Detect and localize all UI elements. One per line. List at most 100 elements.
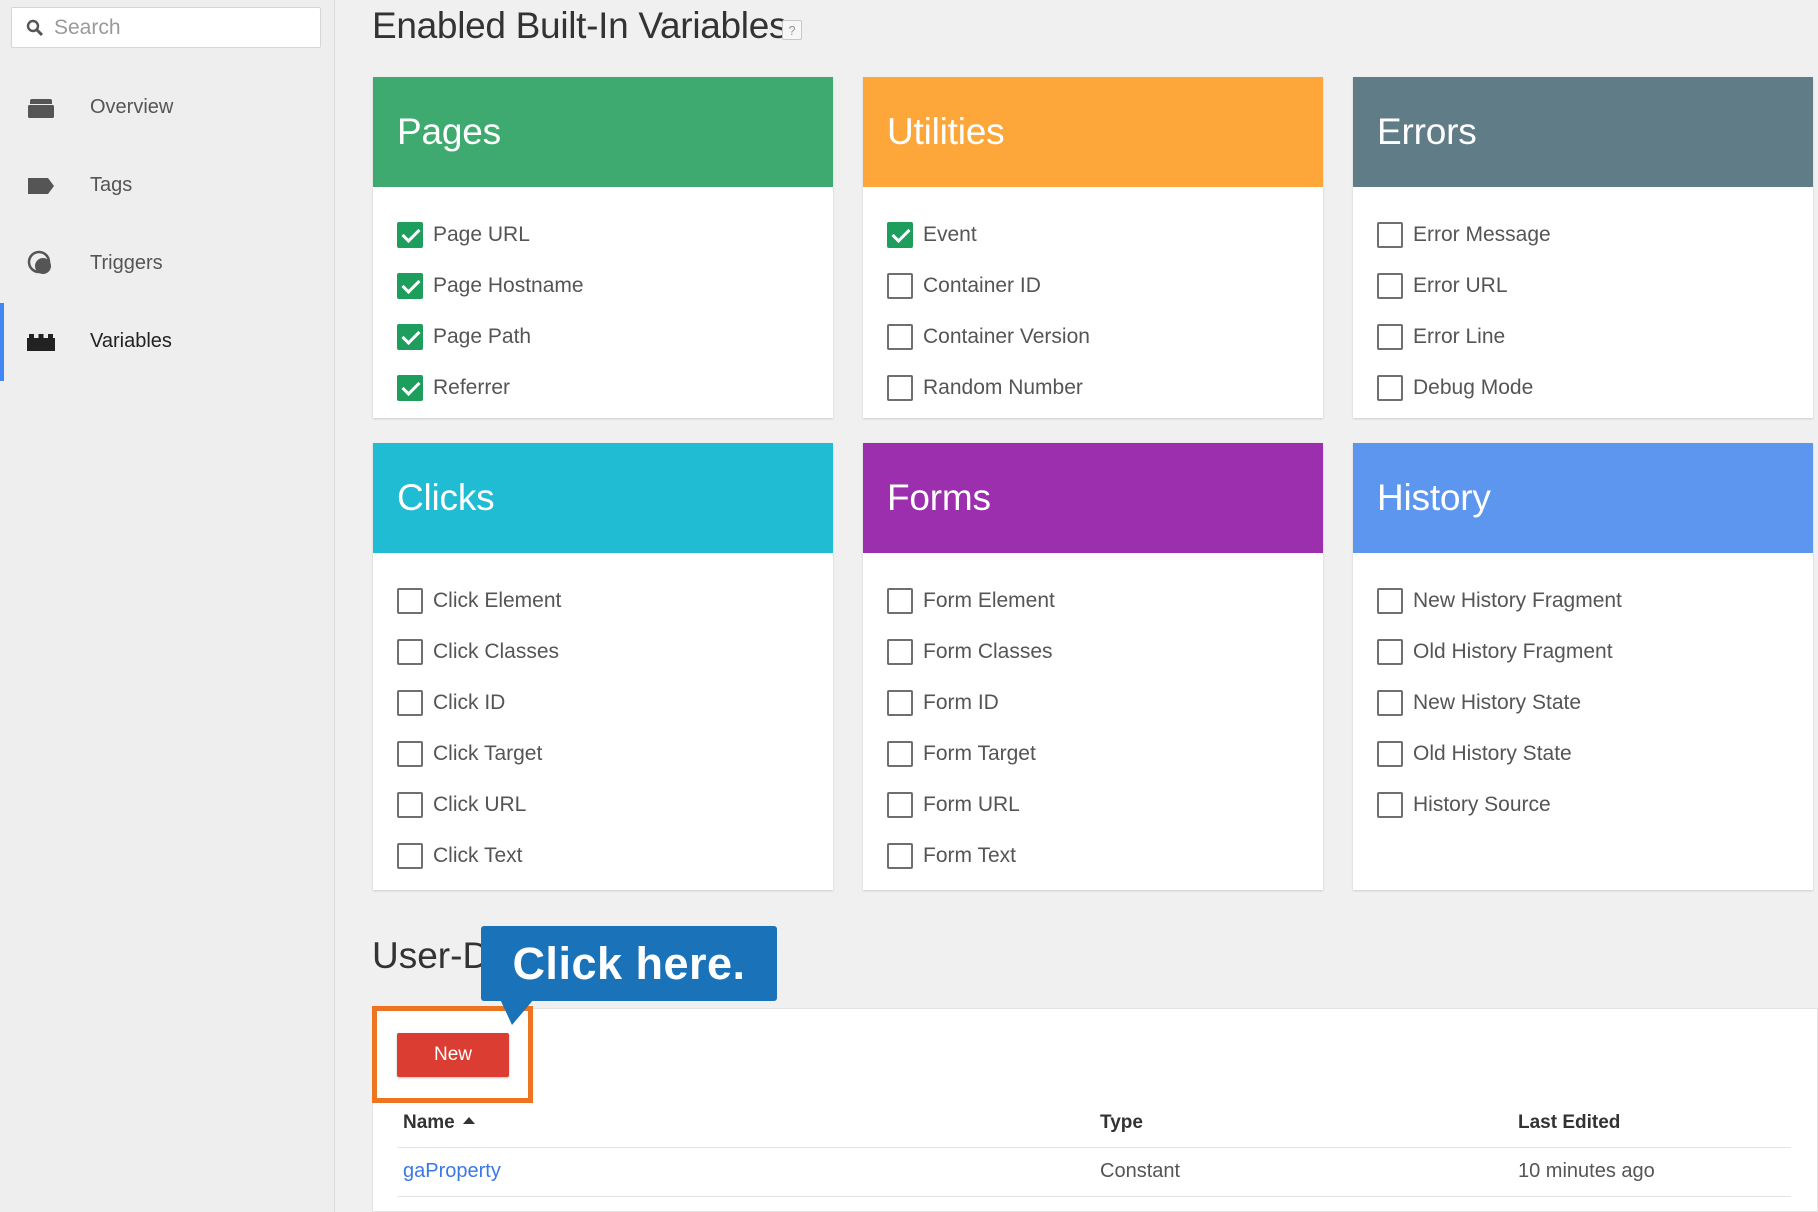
checkbox-unchecked[interactable] xyxy=(1377,791,1403,818)
sidebar-item-triggers[interactable]: Triggers xyxy=(0,233,335,293)
page-title: Enabled Built-In Variables xyxy=(372,5,788,46)
checkbox-unchecked[interactable] xyxy=(1377,323,1403,350)
checkbox-unchecked[interactable] xyxy=(887,374,913,401)
variable-label: Old History Fragment xyxy=(1413,639,1613,663)
variable-checkbox-row[interactable]: Form Text xyxy=(863,830,1323,881)
variable-checkbox-row[interactable]: Click Target xyxy=(373,728,833,779)
checkbox-unchecked[interactable] xyxy=(397,740,423,767)
variable-checkbox-row[interactable]: New History State xyxy=(1353,677,1813,728)
checkbox-unchecked[interactable] xyxy=(887,323,913,350)
checkbox-unchecked[interactable] xyxy=(397,791,423,818)
variable-checkbox-row[interactable]: Page Hostname xyxy=(373,260,833,311)
variable-label: Debug Mode xyxy=(1413,375,1534,399)
checkbox-checked[interactable] xyxy=(397,374,423,401)
column-header-last-edited[interactable]: Last Edited xyxy=(1518,1112,1620,1134)
help-icon[interactable]: ? xyxy=(782,20,802,40)
checkbox-unchecked[interactable] xyxy=(397,689,423,716)
variable-checkbox-row[interactable]: Error URL xyxy=(1353,260,1813,311)
variable-label: Container Version xyxy=(923,324,1090,348)
variable-label: New History Fragment xyxy=(1413,588,1622,612)
checkbox-unchecked[interactable] xyxy=(397,842,423,869)
variable-checkbox-row[interactable]: Form ID xyxy=(863,677,1323,728)
variable-group-list: Error Message Error URL Error Line Debug Mo… xyxy=(1353,187,1813,413)
checkbox-unchecked[interactable] xyxy=(887,638,913,665)
variable-label: Form Element xyxy=(923,588,1055,612)
checkbox-unchecked[interactable] xyxy=(887,587,913,614)
variable-group-title: Errors xyxy=(1353,77,1813,187)
variable-name-link[interactable]: gaProperty xyxy=(403,1160,501,1183)
checkbox-unchecked[interactable] xyxy=(887,842,913,869)
variable-checkbox-row[interactable]: Form URL xyxy=(863,779,1323,830)
table-divider xyxy=(397,1147,1791,1148)
variable-checkbox-row[interactable]: Click Text xyxy=(373,830,833,881)
variable-checkbox-row[interactable]: Page URL xyxy=(373,209,833,260)
table-divider xyxy=(397,1196,1791,1197)
column-header-type[interactable]: Type xyxy=(1100,1112,1143,1134)
variable-checkbox-row[interactable]: Referrer xyxy=(373,362,833,413)
column-header-name[interactable]: Name xyxy=(403,1112,475,1134)
variable-group-list: New History Fragment Old History Fragment… xyxy=(1353,553,1813,830)
checkbox-unchecked[interactable] xyxy=(1377,272,1403,299)
variable-checkbox-row[interactable]: Event xyxy=(863,209,1323,260)
checkbox-unchecked[interactable] xyxy=(887,689,913,716)
checkbox-checked[interactable] xyxy=(397,272,423,299)
variable-label: Click Element xyxy=(433,588,562,612)
checkbox-unchecked[interactable] xyxy=(1377,638,1403,665)
variable-group-card: Clicks Click Element Click Classes Click ID… xyxy=(373,443,833,890)
variable-label: Click Classes xyxy=(433,639,560,663)
variable-checkbox-row[interactable]: Container ID xyxy=(863,260,1323,311)
sidebar-item-variables[interactable]: Variables xyxy=(0,303,335,381)
variable-checkbox-row[interactable]: New History Fragment xyxy=(1353,575,1813,626)
checkbox-unchecked[interactable] xyxy=(397,638,423,665)
checkbox-unchecked[interactable] xyxy=(397,587,423,614)
variable-label: Old History State xyxy=(1413,741,1572,765)
sidebar-item-label: Triggers xyxy=(90,251,163,274)
variable-checkbox-row[interactable]: Error Line xyxy=(1353,311,1813,362)
checkbox-unchecked[interactable] xyxy=(1377,689,1403,716)
variable-checkbox-row[interactable]: Page Path xyxy=(373,311,833,362)
search-box[interactable] xyxy=(11,7,321,48)
variable-label: Form Text xyxy=(923,843,1016,867)
variable-group-title: Clicks xyxy=(373,443,833,553)
variable-checkbox-row[interactable]: Click ID xyxy=(373,677,833,728)
variable-checkbox-row[interactable]: Click Classes xyxy=(373,626,833,677)
variable-checkbox-row[interactable]: Error Message xyxy=(1353,209,1813,260)
variable-checkbox-row[interactable]: Old History State xyxy=(1353,728,1813,779)
variable-label: Event xyxy=(923,222,977,246)
variable-checkbox-row[interactable]: Random Number xyxy=(863,362,1323,413)
variable-checkbox-row[interactable]: Click URL xyxy=(373,779,833,830)
search-icon xyxy=(26,19,44,36)
checkbox-unchecked[interactable] xyxy=(1377,221,1403,248)
variable-group-list: Page URL Page Hostname Page Path Referrer xyxy=(373,187,833,413)
variable-checkbox-row[interactable]: Debug Mode xyxy=(1353,362,1813,413)
sidebar-item-overview[interactable]: Overview xyxy=(0,77,335,137)
search-input[interactable] xyxy=(52,14,302,41)
variable-checkbox-row[interactable]: Form Classes xyxy=(863,626,1323,677)
checkbox-unchecked[interactable] xyxy=(887,272,913,299)
variable-label: Form Classes xyxy=(923,639,1053,663)
callout-tail xyxy=(500,999,534,1025)
variable-group-title: History xyxy=(1353,443,1813,553)
checkbox-checked[interactable] xyxy=(397,221,423,248)
checkbox-unchecked[interactable] xyxy=(887,791,913,818)
checkbox-checked[interactable] xyxy=(887,221,913,248)
sidebar-item-tags[interactable]: Tags xyxy=(0,155,335,215)
checkbox-unchecked[interactable] xyxy=(1377,740,1403,767)
variable-checkbox-row[interactable]: Old History Fragment xyxy=(1353,626,1813,677)
checkbox-unchecked[interactable] xyxy=(1377,374,1403,401)
variable-checkbox-row[interactable]: Form Element xyxy=(863,575,1323,626)
user-defined-title: User-D xyxy=(372,935,490,976)
checkbox-checked[interactable] xyxy=(397,323,423,350)
variable-label: Page URL xyxy=(433,222,530,246)
variable-checkbox-row[interactable]: Container Version xyxy=(863,311,1323,362)
variable-group-card: History New History Fragment Old History F… xyxy=(1353,443,1813,890)
checkbox-unchecked[interactable] xyxy=(887,740,913,767)
variable-group-title: Utilities xyxy=(863,77,1323,187)
variable-checkbox-row[interactable]: Click Element xyxy=(373,575,833,626)
variable-checkbox-row[interactable]: History Source xyxy=(1353,779,1813,830)
variable-group-title: Pages xyxy=(373,77,833,187)
variable-label: Page Path xyxy=(433,324,532,348)
checkbox-unchecked[interactable] xyxy=(1377,587,1403,614)
sidebar-item-label: Overview xyxy=(90,95,174,118)
variable-checkbox-row[interactable]: Form Target xyxy=(863,728,1323,779)
